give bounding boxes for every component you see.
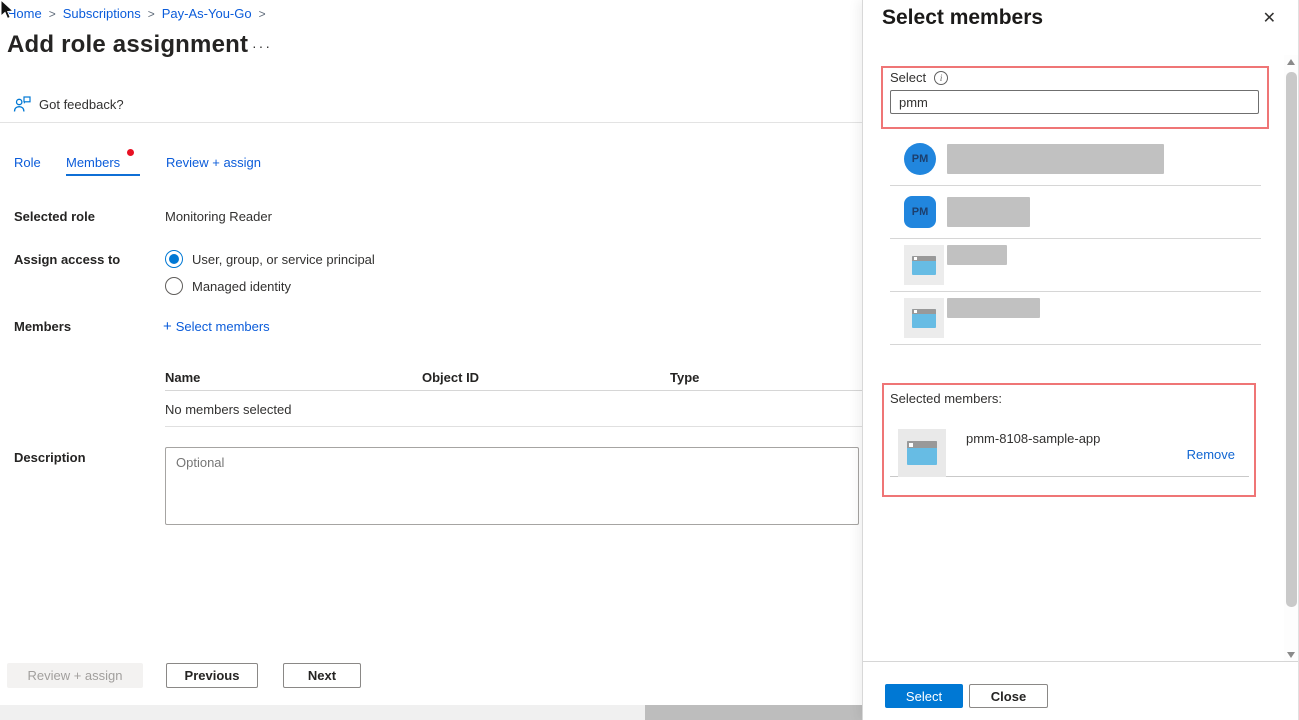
user-initials-avatar: PM: [904, 196, 936, 228]
member-list-item[interactable]: [890, 292, 1261, 345]
breadcrumb-separator: >: [148, 7, 155, 21]
user-initials-avatar: PM: [904, 143, 936, 175]
close-button[interactable]: Close: [969, 684, 1048, 708]
breadcrumb-subscriptions[interactable]: Subscriptions: [63, 6, 141, 21]
description-textarea[interactable]: [165, 447, 859, 525]
select-members-panel: Select members ✕ Select i PM PM Selected…: [862, 0, 1299, 720]
feedback-icon: [13, 96, 31, 113]
scroll-up-icon[interactable]: [1287, 59, 1295, 65]
redacted-name-bar: [947, 197, 1030, 227]
select-members-link[interactable]: + Select members: [163, 318, 270, 335]
table-row-divider: [165, 426, 862, 427]
redacted-name-bar: [947, 144, 1164, 174]
description-label: Description: [14, 450, 86, 465]
more-options-button[interactable]: ···: [252, 38, 272, 54]
column-header-name: Name: [165, 370, 200, 385]
vertical-scrollbar[interactable]: [1284, 55, 1299, 661]
got-feedback-link[interactable]: Got feedback?: [13, 96, 124, 113]
member-list-item[interactable]: PM: [890, 186, 1261, 239]
breadcrumb: Home > Subscriptions > Pay-As-You-Go >: [7, 6, 266, 21]
radio-user-group-service-principal[interactable]: User, group, or service principal: [165, 250, 375, 268]
info-icon[interactable]: i: [934, 71, 948, 85]
tab-members[interactable]: Members: [66, 155, 120, 170]
tab-role[interactable]: Role: [14, 155, 41, 170]
radio-unselected-icon: [165, 277, 183, 295]
horizontal-scrollbar-thumb[interactable]: [645, 705, 862, 720]
member-search-input[interactable]: [890, 90, 1259, 114]
application-icon: [904, 245, 944, 285]
tab-review-assign[interactable]: Review + assign: [166, 155, 261, 170]
horizontal-scrollbar[interactable]: [0, 705, 862, 720]
column-header-object-id: Object ID: [422, 370, 479, 385]
plus-icon: +: [163, 318, 172, 335]
page-title: Add role assignment: [7, 31, 248, 59]
members-label: Members: [14, 319, 71, 334]
selected-members-label: Selected members:: [890, 391, 1002, 406]
next-button[interactable]: Next: [283, 663, 361, 688]
breadcrumb-pay-as-you-go[interactable]: Pay-As-You-Go: [162, 6, 252, 21]
breadcrumb-separator: >: [49, 7, 56, 21]
scroll-down-icon[interactable]: [1287, 652, 1295, 658]
unsaved-changes-dot: [127, 149, 134, 156]
member-search-results: PM PM: [890, 133, 1261, 345]
select-field-label: Select: [890, 70, 926, 85]
selected-member-row: pmm-8108-sample-app Remove: [890, 415, 1249, 477]
redacted-name-bar: [947, 298, 1040, 318]
radio-selected-icon: [165, 250, 183, 268]
got-feedback-label: Got feedback?: [39, 97, 124, 112]
previous-button[interactable]: Previous: [166, 663, 258, 688]
application-icon: [904, 298, 944, 338]
selected-role-label: Selected role: [14, 209, 95, 224]
add-role-assignment-page: Home > Subscriptions > Pay-As-You-Go > A…: [0, 0, 862, 720]
selected-role-value: Monitoring Reader: [165, 209, 272, 224]
header-divider: [0, 122, 862, 123]
member-list-item[interactable]: PM: [890, 133, 1261, 186]
close-icon[interactable]: ✕: [1263, 8, 1276, 28]
table-header-divider: [165, 390, 862, 391]
table-empty-message: No members selected: [165, 402, 291, 417]
panel-footer-divider: [863, 661, 1299, 662]
remove-member-link[interactable]: Remove: [1187, 447, 1235, 462]
panel-title: Select members: [882, 6, 1043, 30]
application-icon: [898, 429, 946, 477]
assign-access-to-label: Assign access to: [14, 252, 120, 267]
column-header-type: Type: [670, 370, 699, 385]
select-members-link-label: Select members: [176, 319, 270, 334]
selected-member-name: pmm-8108-sample-app: [966, 431, 1100, 446]
redacted-name-bar: [947, 245, 1007, 265]
breadcrumb-separator: >: [259, 7, 266, 21]
radio-label: Managed identity: [192, 279, 291, 294]
review-assign-button[interactable]: Review + assign: [7, 663, 143, 688]
radio-label: User, group, or service principal: [192, 252, 375, 267]
member-list-item[interactable]: [890, 239, 1261, 292]
vertical-scrollbar-thumb[interactable]: [1286, 72, 1297, 607]
mouse-cursor-icon: [0, 0, 16, 22]
active-tab-underline: [66, 174, 140, 176]
select-button[interactable]: Select: [885, 684, 963, 708]
radio-managed-identity[interactable]: Managed identity: [165, 277, 291, 295]
